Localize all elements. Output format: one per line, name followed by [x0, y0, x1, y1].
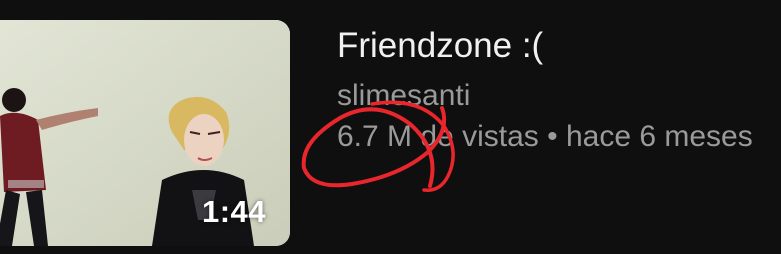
video-list-item[interactable]: 1:44 Friendzone :( slimesanti 6.7 M de v…	[0, 0, 781, 254]
metadata-separator: •	[547, 120, 566, 153]
video-details: Friendzone :( slimesanti 6.7 M de vistas…	[337, 24, 781, 156]
view-count: 6.7 M de vistas	[337, 120, 539, 153]
duration-badge: 1:44	[201, 194, 266, 229]
channel-name[interactable]: slimesanti	[337, 78, 781, 114]
upload-age: hace 6 meses	[565, 120, 753, 153]
video-title[interactable]: Friendzone :(	[337, 24, 781, 68]
video-metadata: 6.7 M de vistas • hace 6 meses	[337, 118, 781, 156]
video-thumbnail[interactable]: 1:44	[0, 20, 290, 246]
